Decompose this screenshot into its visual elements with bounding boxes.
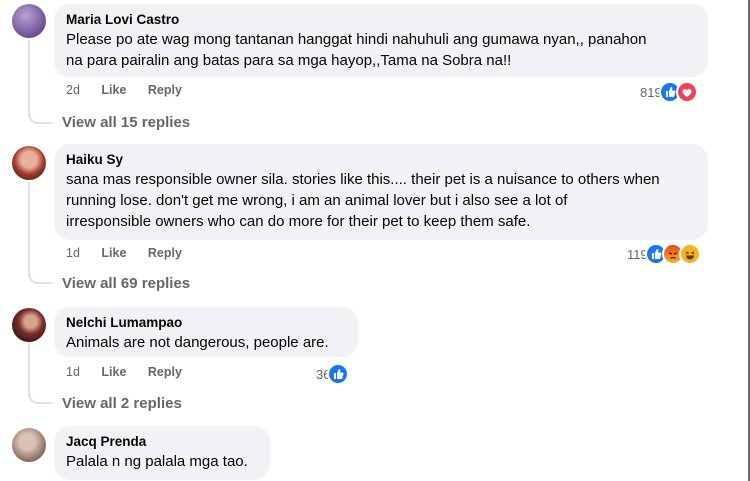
haha-icon [678,243,701,265]
like-icon [327,363,350,385]
reply-button[interactable]: Reply [148,365,182,379]
comment-actions: 2d Like Reply [66,83,200,97]
comment-text: na para pairalin ang batas para sa mga h… [66,52,512,69]
thread-connector [28,108,52,124]
comment-author[interactable]: Jacq Prenda [66,433,258,451]
reply-button[interactable]: Reply [148,246,182,260]
comment-time[interactable]: 2d [66,83,80,97]
comment-actions: 1d Like Reply [66,365,200,379]
comment-text: sana mas responsible owner sila. stories… [66,171,660,188]
view-replies-link[interactable]: View all 69 replies [62,275,190,292]
comment-time[interactable]: 1d [66,365,80,379]
reply-button[interactable]: Reply [148,83,182,97]
comment-text: running lose. don't get me wrong, i am a… [66,192,568,209]
comment-author[interactable]: Maria Lovi Castro [66,11,696,29]
avatar[interactable] [12,428,46,462]
love-icon [675,81,698,103]
comment-author[interactable]: Haiku Sy [66,151,696,169]
comment-actions: 1d Like Reply [66,246,200,260]
thread-line [28,182,30,272]
like-button[interactable]: Like [101,246,126,260]
comment-text: Animals are not dangerous, people are. [66,334,329,351]
avatar[interactable] [12,146,46,180]
view-replies-link[interactable]: View all 15 replies [62,114,190,131]
comment-bubble: Maria Lovi Castro Please po ate wag mong… [54,4,708,77]
reaction-summary[interactable]: 819 [640,81,698,103]
like-button[interactable]: Like [101,83,126,97]
like-button[interactable]: Like [101,365,126,379]
comment-bubble: Jacq Prenda Palala n ng palala mga tao. [54,426,270,480]
comment-text: Palala n ng palala mga tao. [66,453,248,470]
thread-connector [28,268,52,284]
comment-bubble: Haiku Sy sana mas responsible owner sila… [54,144,708,240]
thread-line [28,40,30,112]
thread-connector [28,388,52,404]
thread-line [28,342,30,392]
comment-text: Please po ate wag mong tantanan hanggat … [66,31,647,48]
comment-author[interactable]: Nelchi Lumampao [66,314,346,332]
view-replies-link[interactable]: View all 2 replies [62,395,182,412]
avatar[interactable] [12,308,46,342]
avatar[interactable] [12,4,46,38]
comment-text: irresponsible owners who can do more for… [66,213,531,230]
comment-bubble: Nelchi Lumampao Animals are not dangerou… [54,307,358,357]
comment-time[interactable]: 1d [66,246,80,260]
reaction-summary[interactable]: 36 [316,363,350,385]
reaction-summary[interactable]: 119 [627,243,701,265]
